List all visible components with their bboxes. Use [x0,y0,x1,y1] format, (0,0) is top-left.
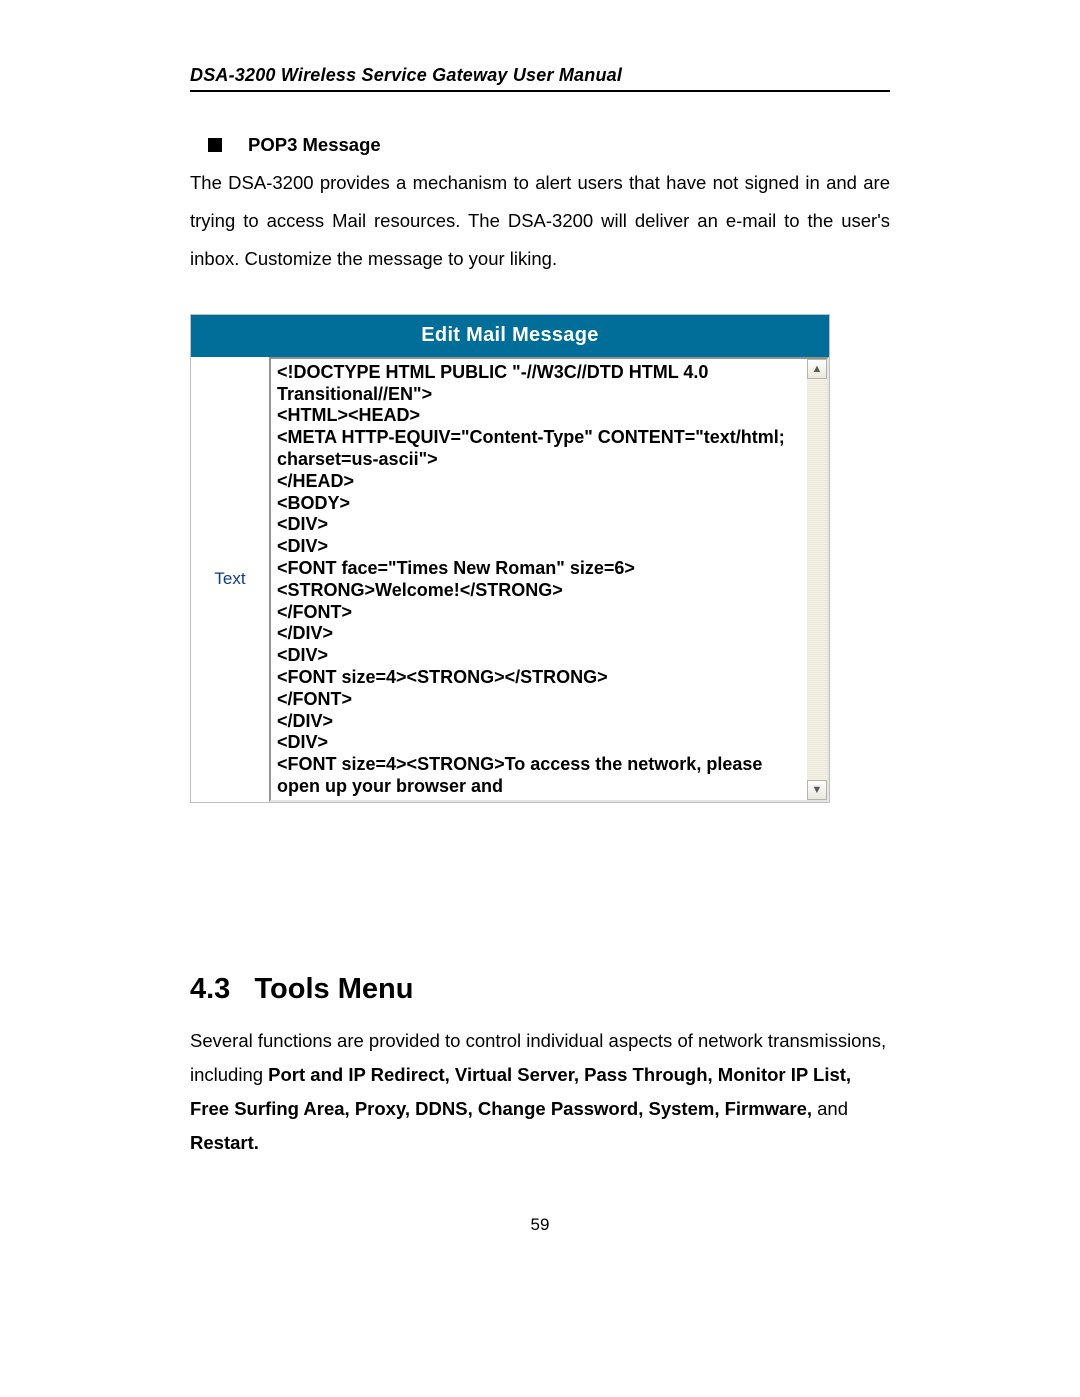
mail-text-area-container: <!DOCTYPE HTML PUBLIC "-//W3C//DTD HTML … [269,357,829,802]
panel-title: Edit Mail Message [191,315,829,357]
scrollbar[interactable]: ▲ ▼ [807,359,827,800]
pop3-title: POP3 Message [248,134,381,156]
page-number: 59 [190,1215,890,1235]
section-title: Tools Menu [255,973,414,1005]
intro-text-mid: and [817,1098,848,1119]
section-number: 4.3 [190,973,230,1005]
tools-intro-paragraph: Several functions are provided to contro… [190,1024,890,1161]
triangle-up-icon: ▲ [812,363,823,375]
pop3-paragraph: The DSA-3200 provides a mechanism to ale… [190,164,890,278]
pop3-heading-row: POP3 Message [190,134,890,156]
panel-field-label: Text [191,357,269,802]
feature-restart-bold: Restart. [190,1132,259,1153]
triangle-down-icon: ▼ [812,784,823,796]
feature-list-bold: Port and IP Redirect, Virtual Server, Pa… [190,1064,851,1119]
square-bullet-icon [208,138,222,152]
mail-html-source-textarea[interactable]: <!DOCTYPE HTML PUBLIC "-//W3C//DTD HTML … [271,359,807,800]
scroll-track[interactable] [807,379,827,780]
section-heading: 4.3 Tools Menu [190,973,890,1006]
running-header: DSA-3200 Wireless Service Gateway User M… [190,65,890,92]
scroll-up-button[interactable]: ▲ [807,359,827,379]
edit-mail-panel: Edit Mail Message Text <!DOCTYPE HTML PU… [190,314,830,803]
scroll-down-button[interactable]: ▼ [807,780,827,800]
